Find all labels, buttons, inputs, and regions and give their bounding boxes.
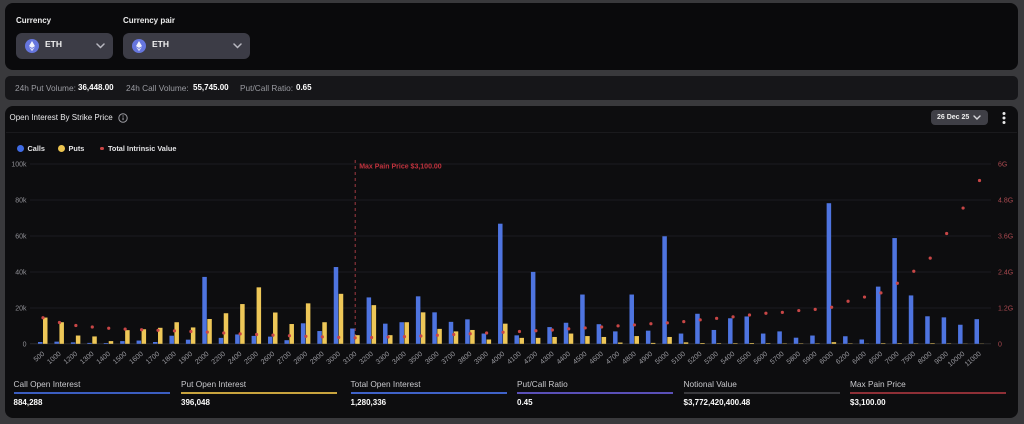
svg-text:3600: 3600 (424, 351, 441, 366)
svg-text:5100: 5100 (671, 351, 688, 366)
svg-text:5400: 5400 (720, 351, 737, 366)
svg-text:7000: 7000 (884, 351, 901, 366)
svg-text:3.6G: 3.6G (998, 234, 1013, 241)
svg-text:1500: 1500 (112, 351, 129, 366)
svg-text:5200: 5200 (687, 351, 704, 366)
svg-text:5600: 5600 (753, 351, 770, 366)
svg-text:1300: 1300 (79, 351, 96, 366)
svg-text:1900: 1900 (178, 351, 195, 366)
svg-text:6400: 6400 (851, 351, 868, 366)
svg-text:5300: 5300 (703, 351, 720, 366)
svg-text:4800: 4800 (621, 351, 638, 366)
svg-text:60k: 60k (15, 234, 27, 241)
svg-text:5500: 5500 (736, 351, 753, 366)
svg-text:4400: 4400 (556, 351, 573, 366)
svg-text:3100: 3100 (342, 351, 359, 366)
svg-text:0: 0 (998, 341, 1002, 348)
svg-text:3400: 3400 (391, 351, 408, 366)
svg-text:0: 0 (23, 341, 27, 348)
svg-text:20k: 20k (15, 306, 27, 313)
svg-text:4900: 4900 (638, 351, 655, 366)
svg-text:6000: 6000 (818, 351, 835, 366)
svg-text:11000: 11000 (964, 351, 983, 369)
svg-text:1400: 1400 (96, 351, 113, 366)
svg-text:5700: 5700 (769, 351, 786, 366)
svg-text:2900: 2900 (309, 351, 326, 366)
svg-text:2400: 2400 (227, 351, 244, 366)
svg-text:2600: 2600 (260, 351, 277, 366)
svg-text:3500: 3500 (408, 351, 425, 366)
svg-text:1600: 1600 (128, 351, 145, 366)
svg-text:1200: 1200 (63, 351, 80, 366)
svg-text:3800: 3800 (457, 351, 474, 366)
svg-text:3900: 3900 (473, 351, 490, 366)
svg-text:6G: 6G (998, 162, 1007, 169)
svg-text:500: 500 (33, 351, 47, 364)
svg-text:2000: 2000 (194, 351, 211, 366)
svg-text:5000: 5000 (654, 351, 671, 366)
svg-text:40k: 40k (15, 270, 27, 277)
svg-text:4700: 4700 (605, 351, 622, 366)
svg-text:10000: 10000 (947, 351, 966, 369)
svg-text:7500: 7500 (901, 351, 918, 366)
svg-text:5900: 5900 (802, 351, 819, 366)
svg-text:1000: 1000 (46, 351, 63, 366)
svg-text:3700: 3700 (441, 351, 458, 366)
svg-text:80k: 80k (15, 198, 27, 205)
svg-text:8000: 8000 (917, 351, 934, 366)
svg-text:4200: 4200 (523, 351, 540, 366)
svg-text:1700: 1700 (145, 351, 162, 366)
svg-text:4500: 4500 (572, 351, 589, 366)
svg-text:3300: 3300 (375, 351, 392, 366)
svg-text:1800: 1800 (161, 351, 178, 366)
svg-text:4000: 4000 (490, 351, 507, 366)
svg-text:2500: 2500 (243, 351, 260, 366)
svg-text:2700: 2700 (276, 351, 293, 366)
svg-text:6200: 6200 (835, 351, 852, 366)
svg-text:Max Pain Price $3,100.00: Max Pain Price $3,100.00 (359, 164, 442, 171)
svg-text:2800: 2800 (293, 351, 310, 366)
svg-text:2.4G: 2.4G (998, 270, 1013, 277)
svg-text:2200: 2200 (211, 351, 228, 366)
svg-text:3200: 3200 (358, 351, 375, 366)
svg-text:100k: 100k (11, 162, 27, 169)
svg-text:4.8G: 4.8G (998, 198, 1013, 205)
svg-text:4300: 4300 (539, 351, 556, 366)
svg-text:4600: 4600 (588, 351, 605, 366)
svg-text:1.2G: 1.2G (998, 306, 1013, 313)
svg-text:4100: 4100 (506, 351, 523, 366)
svg-text:5800: 5800 (786, 351, 803, 366)
svg-text:6500: 6500 (868, 351, 885, 366)
svg-text:3000: 3000 (326, 351, 343, 366)
